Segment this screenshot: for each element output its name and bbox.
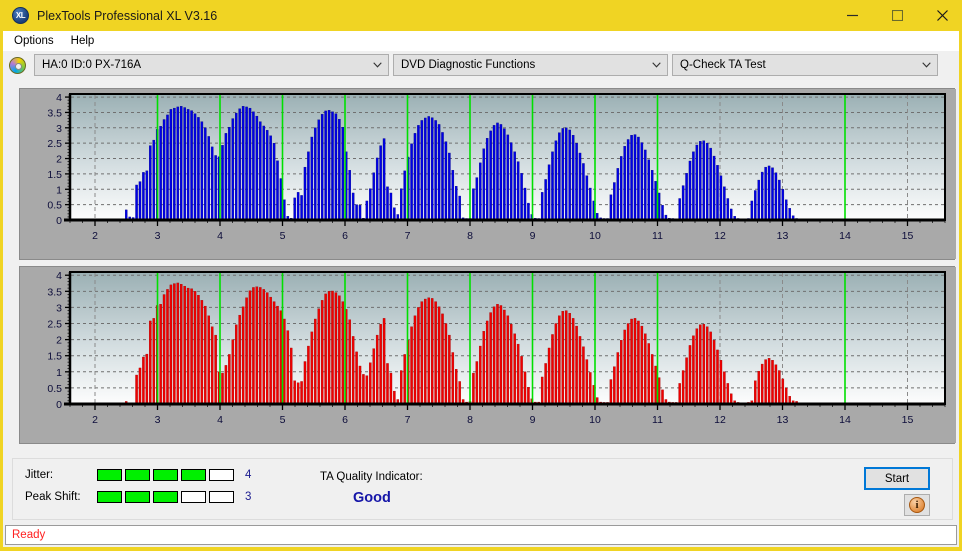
jitter-label: Jitter:	[25, 469, 54, 481]
chevron-down-icon	[647, 62, 665, 68]
svg-text:5: 5	[280, 414, 286, 426]
chevron-down-icon	[917, 62, 935, 68]
app-window: XL PlexTools Professional XL V3.16 Optio…	[0, 0, 962, 551]
svg-text:0.5: 0.5	[47, 383, 62, 395]
svg-text:3.5: 3.5	[47, 286, 62, 298]
svg-text:11: 11	[652, 230, 663, 242]
ta-peak-shift-chart: 0 0.5 1 1.5 2 2.5 3 3.5 4 2 3 4 5 6 7 8 9 10 11 12 13 14 15	[20, 267, 956, 443]
menu-bar: Options Help	[3, 31, 959, 51]
meter-block	[209, 469, 234, 481]
svg-text:4: 4	[217, 414, 223, 426]
function-select[interactable]: DVD Diagnostic Functions	[393, 54, 668, 76]
svg-text:2.5: 2.5	[47, 138, 62, 150]
jitter-row: Jitter: 4	[25, 469, 251, 481]
svg-text:8: 8	[467, 414, 473, 426]
svg-text:7: 7	[405, 414, 411, 426]
peak-shift-value: 3	[245, 491, 252, 503]
jitter-chart-panel: 0 0.5 1 1.5 2 2.5 3 3.5 4 2 3 4 5 6 7 8 9 10 11 12 13 14 15	[19, 88, 956, 260]
meter-block	[209, 491, 234, 503]
svg-text:3: 3	[155, 414, 161, 426]
function-select-value: DVD Diagnostic Functions	[401, 59, 536, 71]
svg-text:6: 6	[342, 414, 348, 426]
window-controls	[830, 0, 962, 31]
start-button[interactable]: Start	[864, 467, 930, 490]
svg-text:1.5: 1.5	[47, 351, 62, 363]
peak-shift-meter	[97, 491, 234, 503]
jitter-meter	[97, 469, 234, 481]
svg-text:13: 13	[777, 414, 789, 426]
peak-shift-label: Peak Shift:	[25, 491, 81, 503]
svg-text:5: 5	[280, 230, 286, 242]
meter-block	[153, 491, 178, 503]
svg-text:3: 3	[155, 230, 161, 242]
meter-block	[125, 469, 150, 481]
status-bar: Ready	[5, 525, 957, 545]
svg-text:1: 1	[56, 367, 62, 379]
svg-text:3.5: 3.5	[47, 107, 62, 119]
test-select-value: Q-Check TA Test	[680, 59, 766, 71]
test-select[interactable]: Q-Check TA Test	[672, 54, 938, 76]
info-icon: i	[909, 497, 925, 513]
maximize-icon[interactable]	[875, 0, 920, 31]
status-text: Ready	[12, 529, 46, 541]
svg-text:2: 2	[56, 335, 62, 347]
title-bar: XL PlexTools Professional XL V3.16	[3, 0, 962, 31]
svg-text:1.5: 1.5	[47, 169, 62, 181]
svg-text:2: 2	[92, 414, 98, 426]
chevron-down-icon	[368, 62, 386, 68]
drive-select-value: HA:0 ID:0 PX-716A	[42, 59, 142, 71]
svg-text:9: 9	[530, 414, 536, 426]
svg-text:15: 15	[902, 230, 914, 242]
svg-text:7: 7	[405, 230, 411, 242]
svg-text:1: 1	[56, 184, 62, 196]
svg-text:6: 6	[342, 230, 348, 242]
menu-item-options[interactable]: Options	[9, 33, 62, 49]
svg-text:4: 4	[56, 270, 62, 282]
svg-text:12: 12	[714, 230, 726, 242]
svg-text:0.5: 0.5	[47, 200, 62, 212]
svg-text:0: 0	[56, 399, 62, 411]
svg-text:3: 3	[56, 123, 62, 135]
peak-shift-chart-panel: 0 0.5 1 1.5 2 2.5 3 3.5 4 2 3 4 5 6 7 8 9 10 11 12 13 14 15	[19, 266, 956, 444]
svg-text:4: 4	[217, 230, 223, 242]
jitter-value: 4	[245, 469, 252, 481]
minimize-icon[interactable]	[830, 0, 875, 31]
disc-icon	[9, 56, 26, 74]
window-title: PlexTools Professional XL V3.16	[37, 8, 218, 23]
svg-text:14: 14	[839, 414, 851, 426]
peak-shift-row: Peak Shift: 3	[25, 491, 251, 503]
svg-text:11: 11	[652, 414, 663, 426]
svg-text:12: 12	[714, 414, 726, 426]
svg-text:2: 2	[56, 154, 62, 166]
meter-block	[97, 491, 122, 503]
meter-block	[97, 469, 122, 481]
meter-block	[153, 469, 178, 481]
svg-text:2.5: 2.5	[47, 319, 62, 331]
svg-text:9: 9	[530, 230, 536, 242]
svg-text:15: 15	[902, 414, 914, 426]
svg-text:8: 8	[467, 230, 473, 242]
quality-indicator-label: TA Quality Indicator:	[320, 471, 423, 483]
svg-text:10: 10	[589, 414, 601, 426]
meter-block	[181, 491, 206, 503]
app-logo-icon: XL	[12, 7, 29, 24]
meter-block	[181, 469, 206, 481]
results-panel: Jitter: 4 Peak Shift: 3 TA Quality Indic…	[12, 458, 953, 520]
svg-text:14: 14	[839, 230, 851, 242]
menu-item-help[interactable]: Help	[66, 33, 103, 49]
svg-text:4: 4	[56, 92, 62, 104]
svg-text:13: 13	[777, 230, 789, 242]
meter-block	[125, 491, 150, 503]
svg-text:0: 0	[56, 215, 62, 227]
svg-text:3: 3	[56, 302, 62, 314]
svg-text:2: 2	[92, 230, 98, 242]
info-button[interactable]: i	[904, 494, 930, 516]
ta-jitter-chart: 0 0.5 1 1.5 2 2.5 3 3.5 4 2 3 4 5 6 7 8 9 10 11 12 13 14 15	[20, 89, 956, 259]
close-icon[interactable]	[920, 0, 962, 31]
drive-select[interactable]: HA:0 ID:0 PX-716A	[34, 54, 389, 76]
quality-indicator-value: Good	[353, 490, 391, 506]
svg-text:10: 10	[589, 230, 601, 242]
toolbar: HA:0 ID:0 PX-716A DVD Diagnostic Functio…	[3, 53, 959, 77]
